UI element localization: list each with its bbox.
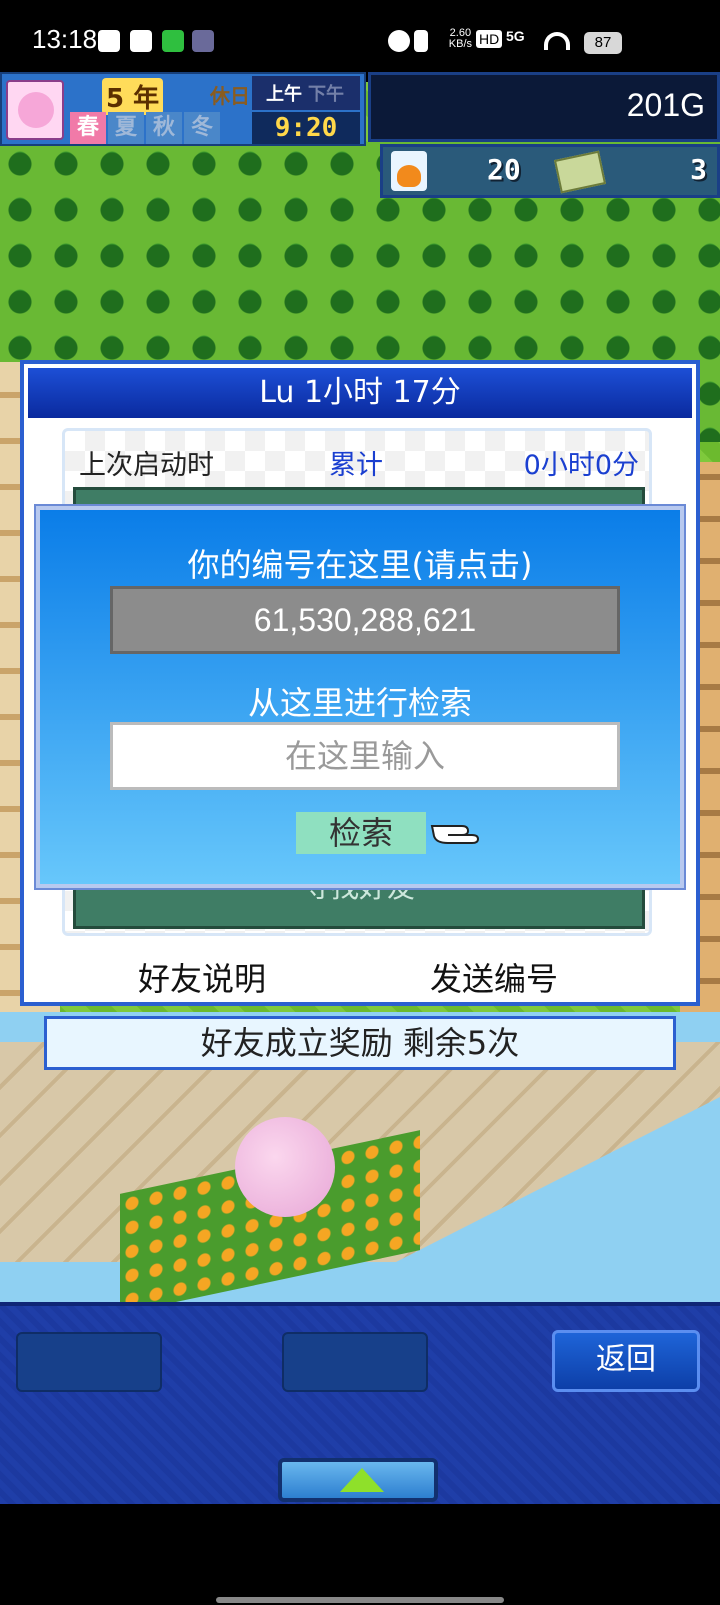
money-value: 201G	[626, 87, 705, 123]
panel-title: Lu 1小时 17分	[28, 368, 692, 418]
total-label: 累计	[329, 450, 383, 481]
money-bar: 201G	[368, 72, 720, 142]
ticket-icon	[553, 150, 607, 194]
app-notification-icon	[98, 30, 120, 52]
season-winter: 冬	[184, 112, 220, 144]
year-unit: 年	[133, 84, 160, 114]
expand-up-button[interactable]	[278, 1458, 438, 1502]
app-notification-icon	[130, 30, 152, 52]
id-title: 你的编号在这里(请点击)	[187, 546, 533, 584]
season-list: 春 夏 秋 冬	[70, 112, 220, 144]
wifi-icon	[544, 32, 570, 50]
season-summer: 夏	[108, 112, 144, 144]
pointing-hand-icon	[430, 825, 480, 844]
search-input[interactable]: 在这里输入	[110, 722, 620, 790]
search-button[interactable]: 检索	[296, 812, 426, 854]
year-display: 5 年	[102, 78, 164, 115]
ticket-count-value: 3	[690, 153, 707, 186]
status-bar: 13:18 2.60 KB/s HD 5G 87	[0, 0, 720, 82]
douban-icon	[162, 30, 184, 52]
research-points-value: 20	[487, 153, 521, 186]
menu-slot-1[interactable]	[16, 1332, 162, 1392]
holiday-label: 休日	[210, 84, 250, 108]
app-k-icon	[192, 30, 214, 52]
research-flask-icon	[391, 151, 427, 191]
season-avatar-icon[interactable]	[6, 80, 64, 140]
resource-bar: 20 3	[380, 144, 720, 198]
total-value: 0小时0分	[523, 450, 639, 481]
signal-5g-icon: 5G	[506, 28, 525, 44]
season-spring: 春	[70, 112, 106, 144]
year-number: 5	[106, 84, 125, 114]
friend-help-button[interactable]: 好友说明	[138, 954, 266, 1000]
am-label: 上午	[266, 84, 302, 105]
hd-icon: HD	[476, 30, 503, 48]
search-dialog: 你的编号在这里(请点击) 61,530,288,621 从这里进行检索 在这里输…	[36, 506, 684, 888]
vibrate-icon	[414, 30, 428, 52]
friend-bonus-bar: 好友成立奖励 剩余5次	[44, 1016, 676, 1070]
bottom-bar: 返回	[0, 1302, 720, 1504]
gesture-bar[interactable]	[216, 1597, 504, 1603]
battery-icon: 87	[584, 32, 622, 54]
game-clock: 9:20	[252, 112, 360, 144]
network-speed-unit: KB/s	[448, 38, 472, 50]
pm-label: 下午	[308, 84, 344, 105]
network-speed: 2.60 KB/s	[449, 28, 472, 50]
back-button[interactable]: 返回	[552, 1330, 700, 1392]
menu-slot-2[interactable]	[282, 1332, 428, 1392]
calendar-hud: 5 年 休日 上午 下午 春 夏 秋 冬 9:20	[0, 72, 366, 146]
alarm-icon	[388, 30, 410, 52]
season-autumn: 秋	[146, 112, 182, 144]
sakura-tree	[235, 1117, 335, 1217]
player-id-box[interactable]: 61,530,288,621	[110, 586, 620, 654]
last-launch-label: 上次启动时	[79, 450, 214, 481]
search-title: 从这里进行检索	[247, 684, 472, 722]
ampm-indicator: 上午 下午	[252, 76, 360, 110]
send-id-button[interactable]: 发送编号	[430, 954, 558, 1000]
status-time: 13:18	[32, 24, 98, 54]
